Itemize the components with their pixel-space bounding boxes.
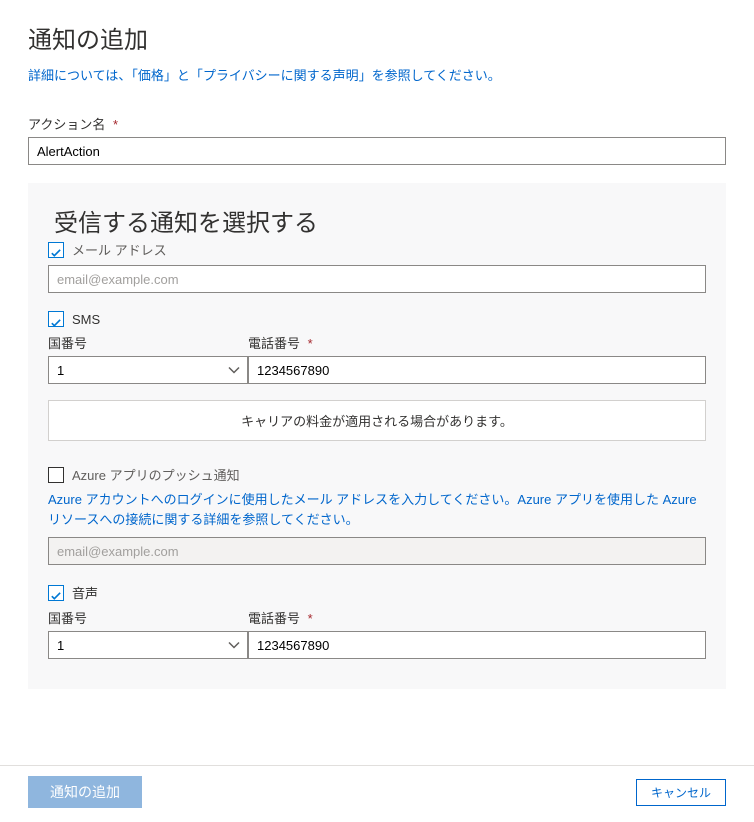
push-email-input[interactable]: [48, 537, 706, 565]
pricing-privacy-link[interactable]: 詳細については、「価格」と「プライバシーに関する声明」を参照してください。: [28, 65, 726, 84]
voice-checkbox-label: 音声: [72, 583, 98, 602]
push-help-link[interactable]: Azure アカウントへのログインに使用したメール アドレスを入力してください。…: [48, 490, 706, 529]
voice-checkbox[interactable]: [48, 585, 64, 601]
voice-country-label: 国番号: [48, 608, 248, 627]
sms-phone-label-text: 電話番号: [248, 336, 300, 351]
footer: 通知の追加 キャンセル: [0, 765, 754, 822]
sms-phone-input[interactable]: [248, 356, 706, 384]
voice-phone-label-text: 電話番号: [248, 611, 300, 626]
notification-panel: 受信する通知を選択する メール アドレス SM: [28, 183, 726, 689]
sms-checkbox-label: SMS: [72, 312, 100, 327]
cancel-button[interactable]: キャンセル: [636, 779, 726, 806]
required-indicator: *: [308, 611, 313, 626]
voice-phone-label: 電話番号 *: [248, 608, 706, 627]
submit-button[interactable]: 通知の追加: [28, 776, 142, 808]
sms-country-label: 国番号: [48, 333, 248, 352]
page-title: 通知の追加: [28, 20, 726, 55]
email-input[interactable]: [48, 265, 706, 293]
carrier-notice: キャリアの料金が適用される場合があります。: [48, 400, 706, 441]
action-name-label-text: アクション名: [28, 117, 105, 132]
sms-checkbox[interactable]: [48, 311, 64, 327]
panel-title: 受信する通知を選択する: [54, 203, 706, 238]
sms-phone-label: 電話番号 *: [248, 333, 706, 352]
required-indicator: *: [308, 336, 313, 351]
email-checkbox[interactable]: [48, 242, 64, 258]
action-name-label: アクション名 *: [28, 114, 726, 133]
check-icon: [51, 589, 61, 597]
sms-country-select[interactable]: [48, 356, 248, 384]
action-name-input[interactable]: [28, 137, 726, 165]
check-icon: [51, 246, 61, 254]
required-indicator: *: [113, 117, 118, 132]
push-checkbox-label: Azure アプリのプッシュ通知: [72, 465, 240, 484]
check-icon: [51, 315, 61, 323]
email-checkbox-label: メール アドレス: [72, 240, 167, 259]
push-checkbox[interactable]: [48, 467, 64, 483]
voice-country-select[interactable]: [48, 631, 248, 659]
voice-phone-input[interactable]: [248, 631, 706, 659]
